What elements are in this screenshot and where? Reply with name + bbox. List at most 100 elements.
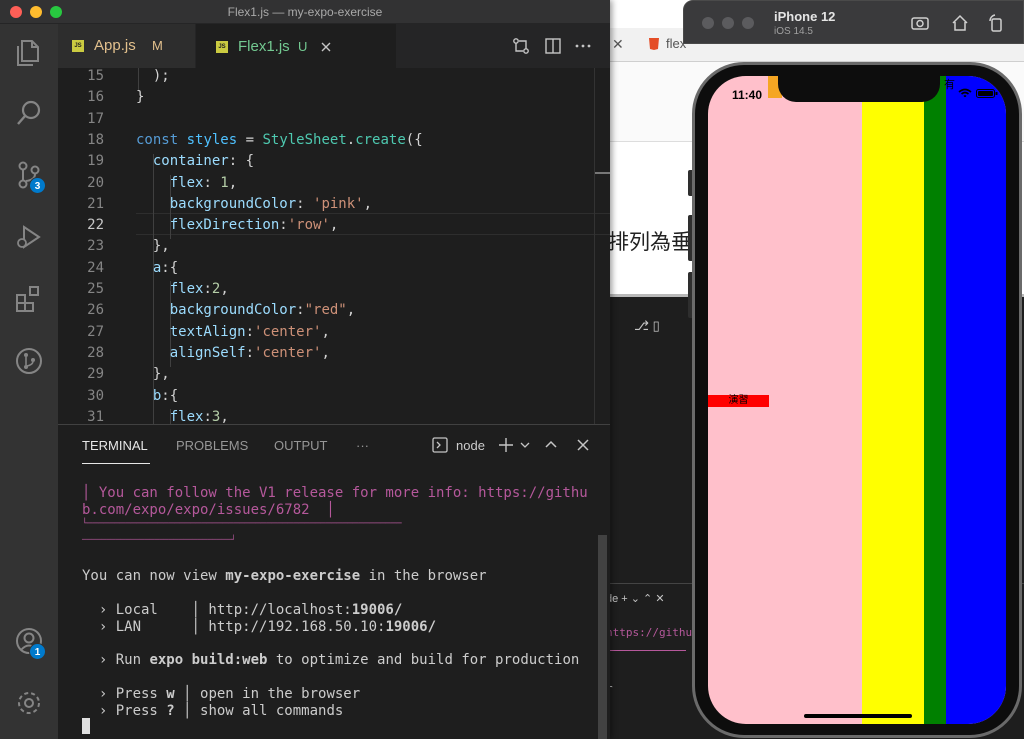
code-line: backgroundColor: 'pink', <box>169 195 373 212</box>
explorer-icon[interactable] <box>14 38 44 68</box>
tab-app-js[interactable]: JS App.js M <box>58 24 196 68</box>
close-panel-icon[interactable] <box>576 438 590 452</box>
background-shell-label: de + ⌄ ⌃ ✕ <box>606 593 665 605</box>
terminal-line: › Press w │ open in the browser <box>82 686 361 702</box>
new-terminal-icon[interactable] <box>498 437 514 453</box>
split-editor-icon[interactable] <box>544 37 562 55</box>
sim-close-button[interactable] <box>702 17 714 29</box>
code-line: }, <box>136 238 170 255</box>
minimap-marker <box>595 172 610 174</box>
blue-column <box>946 76 1006 724</box>
status-bar-text: 有 <box>944 79 955 91</box>
rotate-icon[interactable] <box>986 13 1006 33</box>
terminal-line: › Local │ http://localhost:19006/ <box>82 602 403 618</box>
line-number: 24 <box>87 259 104 276</box>
line-number: 25 <box>87 281 104 297</box>
line-number: 16 <box>87 89 104 106</box>
terminal-line: │ You can follow the V1 release for more… <box>82 485 588 501</box>
javascript-file-icon: JS <box>216 41 228 53</box>
code-line: flex:3, <box>169 408 229 425</box>
sim-minimize-button[interactable] <box>722 17 734 29</box>
more-actions-icon[interactable] <box>574 37 592 55</box>
terminal-cursor <box>82 718 90 734</box>
run-debug-icon[interactable] <box>14 222 44 252</box>
iphone-notch <box>778 76 940 102</box>
terminal-line: ───────────────────────────────┘ <box>82 535 237 544</box>
simulator-os-version: iOS 14.5 <box>774 26 813 37</box>
line-number: 30 <box>87 387 104 404</box>
code-line: const styles = StyleSheet.create({ <box>136 131 423 148</box>
code-line: container: { <box>152 153 255 170</box>
terminal-line: └───────────────────────────────────────… <box>82 519 402 529</box>
code-editor[interactable]: 15 ); 16} 17 18 const styles = StyleSheet.cr… <box>58 68 610 425</box>
title-bar: Flex1.js — my-expo-exercise <box>0 0 610 24</box>
line-number: 26 <box>87 302 104 319</box>
editor-scroll-track[interactable] <box>594 68 595 424</box>
background-terminal-rule <box>606 650 686 651</box>
tab-output[interactable]: OUTPUT <box>274 438 327 453</box>
background-tab-close-icon[interactable]: ✕ <box>612 36 624 53</box>
tab-label: App.js <box>94 37 136 54</box>
active-panel-indicator <box>82 463 150 464</box>
mute-switch <box>688 170 692 196</box>
close-tab-icon[interactable] <box>320 41 332 53</box>
volume-down-button <box>688 272 692 318</box>
terminal-line: You can now view my-expo-exercise in the… <box>82 568 487 584</box>
tab-flex1-js[interactable]: JS Flex1.js U <box>196 24 396 68</box>
code-line: flex:2, <box>169 281 229 297</box>
line-number: 27 <box>87 323 104 340</box>
terminal-line: › Run expo build:web to optimize and bui… <box>82 652 580 668</box>
tab-terminal[interactable]: TERMINAL <box>82 438 148 453</box>
red-text-box: 演習 <box>708 395 769 407</box>
line-number: 29 <box>87 366 104 383</box>
iphone-screen: 演習 11:40 有 <box>708 76 1006 724</box>
tab-problems[interactable]: PROBLEMS <box>176 438 248 453</box>
status-bar-time: 11:40 <box>732 88 763 102</box>
remote-explorer-icon[interactable] <box>14 346 44 376</box>
background-panel-icons: ⎇ ▯ <box>634 318 660 333</box>
window-title: Flex1.js — my-expo-exercise <box>227 5 383 19</box>
manage-gear-icon[interactable] <box>14 688 44 718</box>
untracked-flag: U <box>298 39 308 54</box>
code-line: }, <box>136 366 170 383</box>
maximize-panel-icon[interactable] <box>544 438 558 452</box>
panel-more-icon[interactable]: ··· <box>356 438 369 453</box>
line-number: 31 <box>87 408 104 425</box>
wifi-icon <box>958 88 972 98</box>
code-line: b:{ <box>152 387 179 404</box>
activity-bar: 3 1 <box>0 24 58 739</box>
javascript-file-icon: JS <box>72 40 84 52</box>
terminal-icon <box>432 437 448 453</box>
code-line: a:{ <box>152 259 179 276</box>
compare-changes-icon[interactable] <box>512 37 530 55</box>
terminal-line: b.com/expo/expo/issues/6782 │ <box>82 502 335 518</box>
editor-tab-bar: JS App.js M JS Flex1.js U <box>58 24 610 68</box>
code-line: ); <box>136 68 170 84</box>
background-terminal-url: https://githu <box>606 626 693 639</box>
terminal-scrollbar[interactable] <box>598 535 607 739</box>
terminal-panel: TERMINAL PROBLEMS OUTPUT ··· node │ You … <box>58 424 610 739</box>
chevron-down-icon[interactable] <box>520 441 530 449</box>
terminal-shell-name[interactable]: node <box>456 438 485 453</box>
tab-label: Flex1.js <box>238 38 290 55</box>
line-number: 19 <box>87 153 104 170</box>
green-column <box>924 76 946 724</box>
line-number: 22 <box>87 217 104 234</box>
line-number: 23 <box>87 238 104 255</box>
volume-up-button <box>688 215 692 261</box>
extensions-icon[interactable] <box>14 284 44 314</box>
code-line: alignSelf:'center', <box>169 344 330 361</box>
vscode-window: Flex1.js — my-expo-exercise 3 1 JS App.j… <box>0 0 610 739</box>
background-page-text: 排列為垂 <box>608 230 692 254</box>
home-icon[interactable] <box>950 13 970 33</box>
line-number: 18 <box>87 131 104 148</box>
code-line: backgroundColor:"red", <box>169 302 356 319</box>
modified-flag: M <box>152 38 163 53</box>
line-number: 15 <box>87 68 104 84</box>
screenshot-icon[interactable] <box>910 13 930 33</box>
line-number: 20 <box>87 174 104 191</box>
home-indicator[interactable] <box>804 714 912 718</box>
html5-icon <box>649 38 659 50</box>
search-icon[interactable] <box>14 98 44 128</box>
sim-zoom-button[interactable] <box>742 17 754 29</box>
